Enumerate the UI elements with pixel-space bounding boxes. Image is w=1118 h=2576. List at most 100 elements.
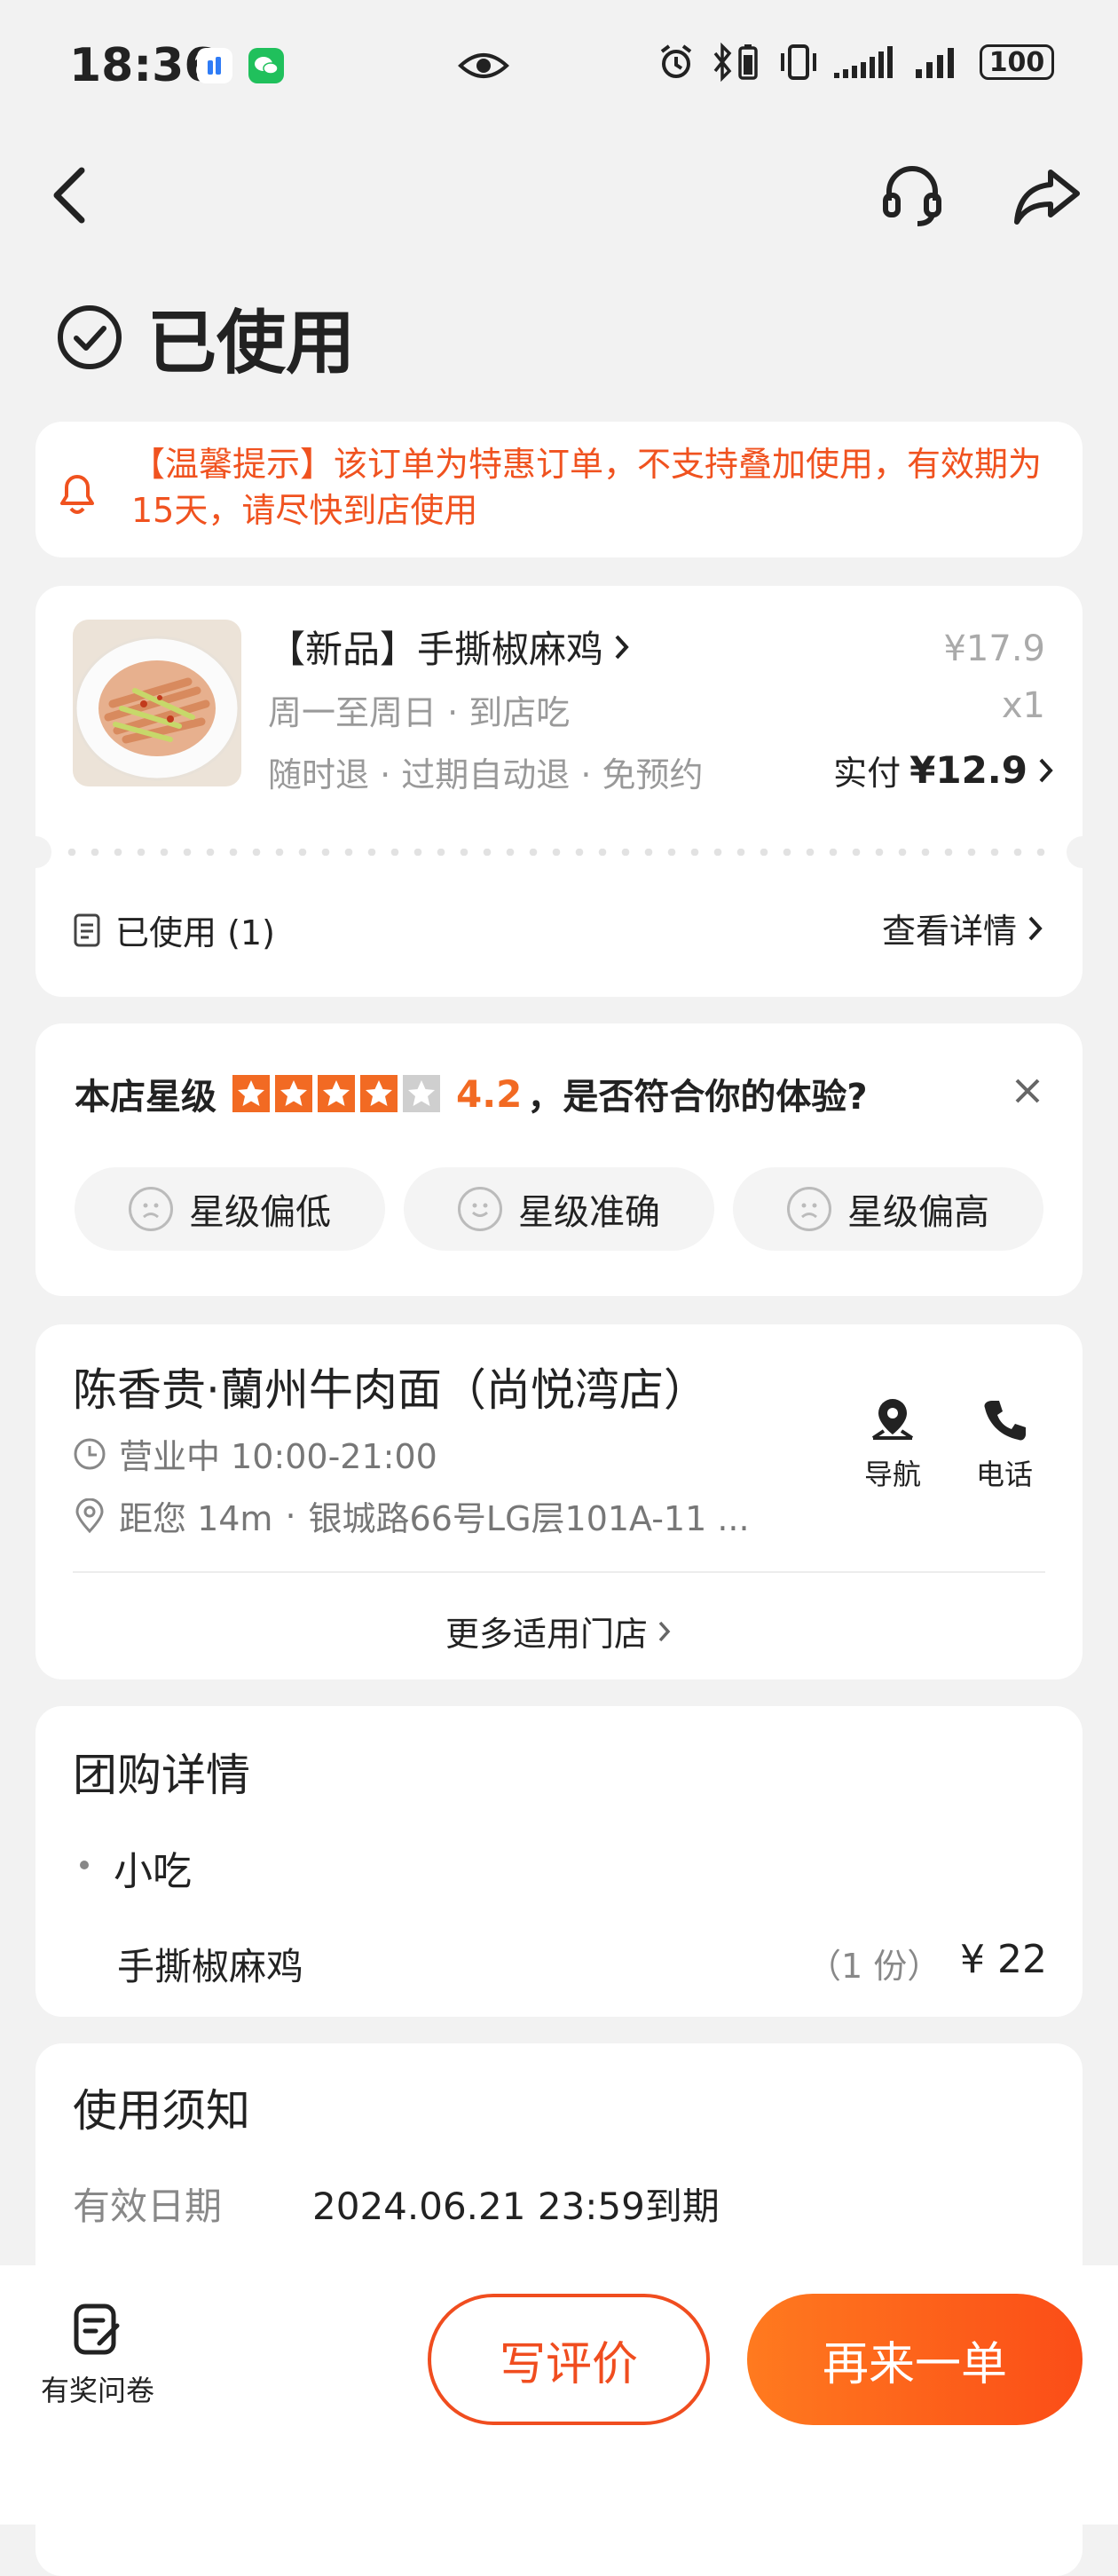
store-address: 银城路66号LG层101A-11 ...	[308, 1499, 750, 1538]
group-purchase-card: 团购详情 小吃 手撕椒麻鸡 （1 份） ¥ 22	[35, 1706, 1083, 2017]
reorder-button[interactable]: 再来一单	[747, 2294, 1083, 2425]
product-image[interactable]	[73, 620, 241, 786]
share-button[interactable]	[1012, 160, 1083, 231]
clock-icon	[74, 1438, 106, 1469]
write-review-button[interactable]: 写评价	[428, 2294, 710, 2425]
store-name[interactable]: 陈香贵·蘭州牛肉面（尚悦湾店）	[73, 1355, 708, 1418]
rating-option-accurate-label: 星级准确	[518, 1192, 660, 1233]
wechat-icon	[248, 48, 284, 83]
rating-option-high-label: 星级偏高	[847, 1192, 989, 1233]
ticket-notch-right	[1067, 836, 1098, 868]
navigate-label: 导航	[863, 1458, 921, 1491]
notification-app-icon	[197, 48, 232, 83]
tip-card: 【温馨提示】该订单为特惠订单，不支持叠加使用，有效期为15天，请尽快到店使用	[35, 422, 1083, 557]
store-hours-row: 营业中 10:00-21:00	[73, 1429, 437, 1478]
order-card: 【新品】手撕椒麻鸡 周一至周日 · 到店吃 随时退 · 过期自动退 · 免预约 …	[20, 586, 1098, 997]
close-icon	[1015, 1079, 1040, 1103]
rating-option-accurate[interactable]: 星级准确	[404, 1167, 714, 1251]
food-dish-image	[73, 620, 241, 786]
chevron-right-icon	[1039, 758, 1053, 782]
eye-icon	[458, 50, 509, 85]
alarm-icon	[660, 44, 692, 78]
more-stores-label: 更多适用门店	[445, 1615, 648, 1654]
used-count: 已使用 (1)	[115, 913, 275, 952]
view-details-link[interactable]: 查看详情	[882, 904, 1045, 952]
view-details-label: 查看详情	[881, 912, 1017, 951]
chevron-right-icon	[1028, 916, 1043, 940]
back-button[interactable]	[44, 160, 98, 231]
bullet-icon	[80, 1861, 89, 1869]
usage-title: 使用须知	[73, 2085, 250, 2137]
survey-button[interactable]: 有奖问卷	[27, 2301, 169, 2409]
group-title: 团购详情	[73, 1750, 250, 1801]
product-name-link[interactable]: 【新品】手撕椒麻鸡	[268, 620, 632, 674]
validity-value: 2024.06.21 23:59到期	[312, 2185, 720, 2228]
rating-option-low-label: 星级偏低	[189, 1192, 331, 1233]
star-icon	[360, 1075, 398, 1112]
paid-amount: ¥12.9	[909, 748, 1027, 792]
navigation-icon	[871, 1399, 914, 1440]
star-icon	[318, 1075, 355, 1112]
tip-text: 【温馨提示】该订单为特惠订单，不支持叠加使用，有效期为15天，请尽快到店使用	[131, 445, 1043, 530]
paid-amount-row[interactable]: 实付 ¥12.9	[833, 746, 1056, 794]
separator-dot: ·	[285, 1496, 296, 1536]
document-icon	[74, 913, 100, 946]
unhappy-face-icon	[787, 1187, 831, 1231]
store-divider	[73, 1571, 1045, 1573]
bottom-action-bar: 有奖问卷 写评价 再来一单	[0, 2265, 1118, 2525]
dotted-divider	[60, 849, 1058, 856]
validity-label: 有效日期	[73, 2185, 223, 2228]
call-button[interactable]: 电话	[962, 1395, 1047, 1493]
star-icon	[403, 1075, 440, 1112]
battery-indicator: 100	[980, 44, 1054, 80]
vibrate-icon	[781, 44, 816, 80]
signal-1-icon	[834, 46, 893, 78]
paid-label: 实付	[833, 754, 901, 793]
group-item-name: 手撕椒麻鸡	[117, 1945, 304, 1988]
rating-option-low[interactable]: 星级偏低	[75, 1167, 385, 1251]
rating-option-high[interactable]: 星级偏高	[733, 1167, 1043, 1251]
rating-score: 4.2	[456, 1071, 523, 1116]
store-distance: 距您 14m	[119, 1499, 273, 1538]
navigate-button[interactable]: 导航	[850, 1395, 935, 1493]
used-voucher-row: 已使用 (1)	[73, 905, 275, 954]
group-item-qty: （1 份）	[807, 1947, 941, 1986]
check-circle-icon	[58, 305, 122, 369]
rating-question-row: 本店星级 4.2 ，是否符合你的体验?	[75, 1068, 868, 1119]
star-rating	[232, 1075, 445, 1112]
location-pin-icon	[75, 1497, 104, 1533]
phone-icon	[984, 1401, 1026, 1441]
call-label: 电话	[975, 1458, 1033, 1491]
survey-edit-icon	[74, 2303, 120, 2355]
more-stores-link[interactable]: 更多适用门店	[35, 1607, 1083, 1655]
status-bar: 18:36 100	[0, 0, 1118, 133]
store-rating-card: 本店星级 4.2 ，是否符合你的体验? 星级偏低 星级准确 星级偏高	[35, 1023, 1083, 1296]
share-icon	[1014, 170, 1080, 225]
store-location-row: 距您 14m · 银城路66号LG层101A-11 ...	[73, 1491, 836, 1540]
back-arrow-icon	[53, 167, 85, 224]
close-rating-button[interactable]	[1012, 1075, 1043, 1107]
product-meta-schedule: 周一至周日 · 到店吃	[268, 693, 571, 732]
star-icon	[275, 1075, 312, 1112]
original-price: ¥17.9	[943, 628, 1045, 669]
page-title: 已使用	[147, 304, 356, 383]
headset-icon	[883, 166, 941, 226]
bell-icon	[60, 475, 94, 514]
status-icons: 100	[657, 43, 1054, 82]
product-meta-policy: 随时退 · 过期自动退 · 免预约	[268, 755, 704, 794]
customer-service-button[interactable]	[880, 160, 944, 231]
signal-2-icon	[916, 48, 954, 78]
product-name: 【新品】手撕椒麻鸡	[268, 628, 604, 671]
status-time: 18:36	[69, 39, 217, 92]
survey-label: 有奖问卷	[40, 2374, 154, 2407]
store-hours: 营业中 10:00-21:00	[119, 1437, 437, 1476]
nav-bar	[0, 151, 1118, 231]
chevron-right-icon	[658, 1621, 671, 1641]
smile-face-icon	[458, 1187, 502, 1231]
order-status-header: 已使用	[57, 293, 355, 383]
rating-label: 本店星级	[75, 1077, 217, 1118]
chevron-right-icon	[615, 635, 629, 659]
rating-question: ，是否符合你的体验?	[527, 1077, 868, 1118]
sad-face-icon	[129, 1187, 173, 1231]
ticket-notch-left	[20, 836, 51, 868]
